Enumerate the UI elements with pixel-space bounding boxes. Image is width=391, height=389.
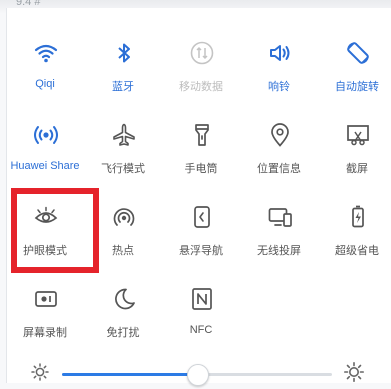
ring-volume-icon [267, 40, 293, 66]
tile-bluetooth[interactable]: 蓝牙 [87, 20, 159, 100]
tile-label: 热点 [112, 245, 134, 257]
tile-label: 无线投屏 [257, 245, 301, 257]
tile-label: 超级省电 [335, 245, 379, 257]
tile-label: 蓝牙 [112, 81, 134, 93]
auto-rotate-icon [345, 40, 371, 66]
airplane-icon [111, 122, 137, 148]
tile-auto-rotate[interactable]: 自动旋转 [321, 20, 391, 100]
tile-ultra-power-saving[interactable]: 超级省电 [321, 184, 391, 264]
bluetooth-icon [111, 40, 137, 66]
tile-label: NFC [189, 324, 213, 336]
tile-label: Huawei Share [10, 160, 80, 172]
tile-floating-nav[interactable]: 悬浮导航 [165, 184, 237, 264]
tile-label: Qiqi [35, 78, 55, 90]
brightness-control [26, 362, 376, 388]
do-not-disturb-icon [111, 286, 137, 312]
sun-large-icon [344, 362, 364, 382]
tile-location[interactable]: 位置信息 [243, 102, 315, 182]
ultra-power-saving-icon [345, 204, 371, 230]
flashlight-icon [189, 122, 215, 148]
tile-label: 飞行模式 [101, 163, 145, 175]
tile-label: 移动数据 [179, 81, 223, 93]
tile-hotspot[interactable]: 热点 [87, 184, 159, 264]
screen-record-icon [33, 286, 59, 312]
tile-mobile-data[interactable]: 移动数据 [165, 20, 237, 100]
brightness-thumb[interactable] [187, 364, 209, 386]
brightness-slider[interactable] [62, 364, 332, 386]
tile-wireless-projection[interactable]: 无线投屏 [243, 184, 315, 264]
tile-label: 悬浮导航 [179, 245, 223, 257]
tile-label: 免打扰 [106, 327, 140, 339]
brightness-fill [62, 373, 197, 376]
tile-label: 手电筒 [184, 163, 218, 175]
quick-settings-panel: Qiqi 蓝牙 移动数据 响铃 自动旋转 Huawei Share 飞行模式 手… [6, 8, 391, 383]
tile-label: 护眼模式 [23, 245, 67, 257]
tile-label: 屏幕录制 [23, 327, 67, 339]
hotspot-icon [111, 204, 137, 230]
floating-nav-icon [189, 204, 215, 230]
tile-label: 位置信息 [257, 163, 301, 175]
screenshot-icon [345, 122, 371, 148]
location-icon [267, 122, 293, 148]
tile-screen-record[interactable]: 屏幕录制 [9, 266, 81, 346]
tile-do-not-disturb[interactable]: 免打扰 [87, 266, 159, 346]
tile-nfc[interactable]: NFC [165, 266, 237, 346]
tile-wifi[interactable]: Qiqi [9, 20, 81, 100]
tile-screenshot[interactable]: 截屏 [321, 102, 391, 182]
huawei-share-icon [33, 122, 59, 148]
wireless-projection-icon [267, 204, 293, 230]
eye-comfort-icon [33, 204, 59, 230]
mobile-data-icon [189, 40, 215, 66]
tile-airplane-mode[interactable]: 飞行模式 [87, 102, 159, 182]
tile-ring[interactable]: 响铃 [243, 20, 315, 100]
tile-eye-comfort[interactable]: 护眼模式 [9, 184, 81, 264]
status-bar-text: 9.4 # [16, 0, 41, 8]
tile-flashlight[interactable]: 手电筒 [165, 102, 237, 182]
tile-huawei-share[interactable]: Huawei Share [9, 102, 81, 182]
tile-label: 截屏 [346, 163, 368, 175]
wifi-icon [33, 40, 59, 66]
tile-label: 自动旋转 [335, 81, 379, 93]
sun-small-icon [30, 362, 50, 382]
nfc-icon [189, 286, 215, 312]
tile-label: 响铃 [268, 81, 290, 93]
